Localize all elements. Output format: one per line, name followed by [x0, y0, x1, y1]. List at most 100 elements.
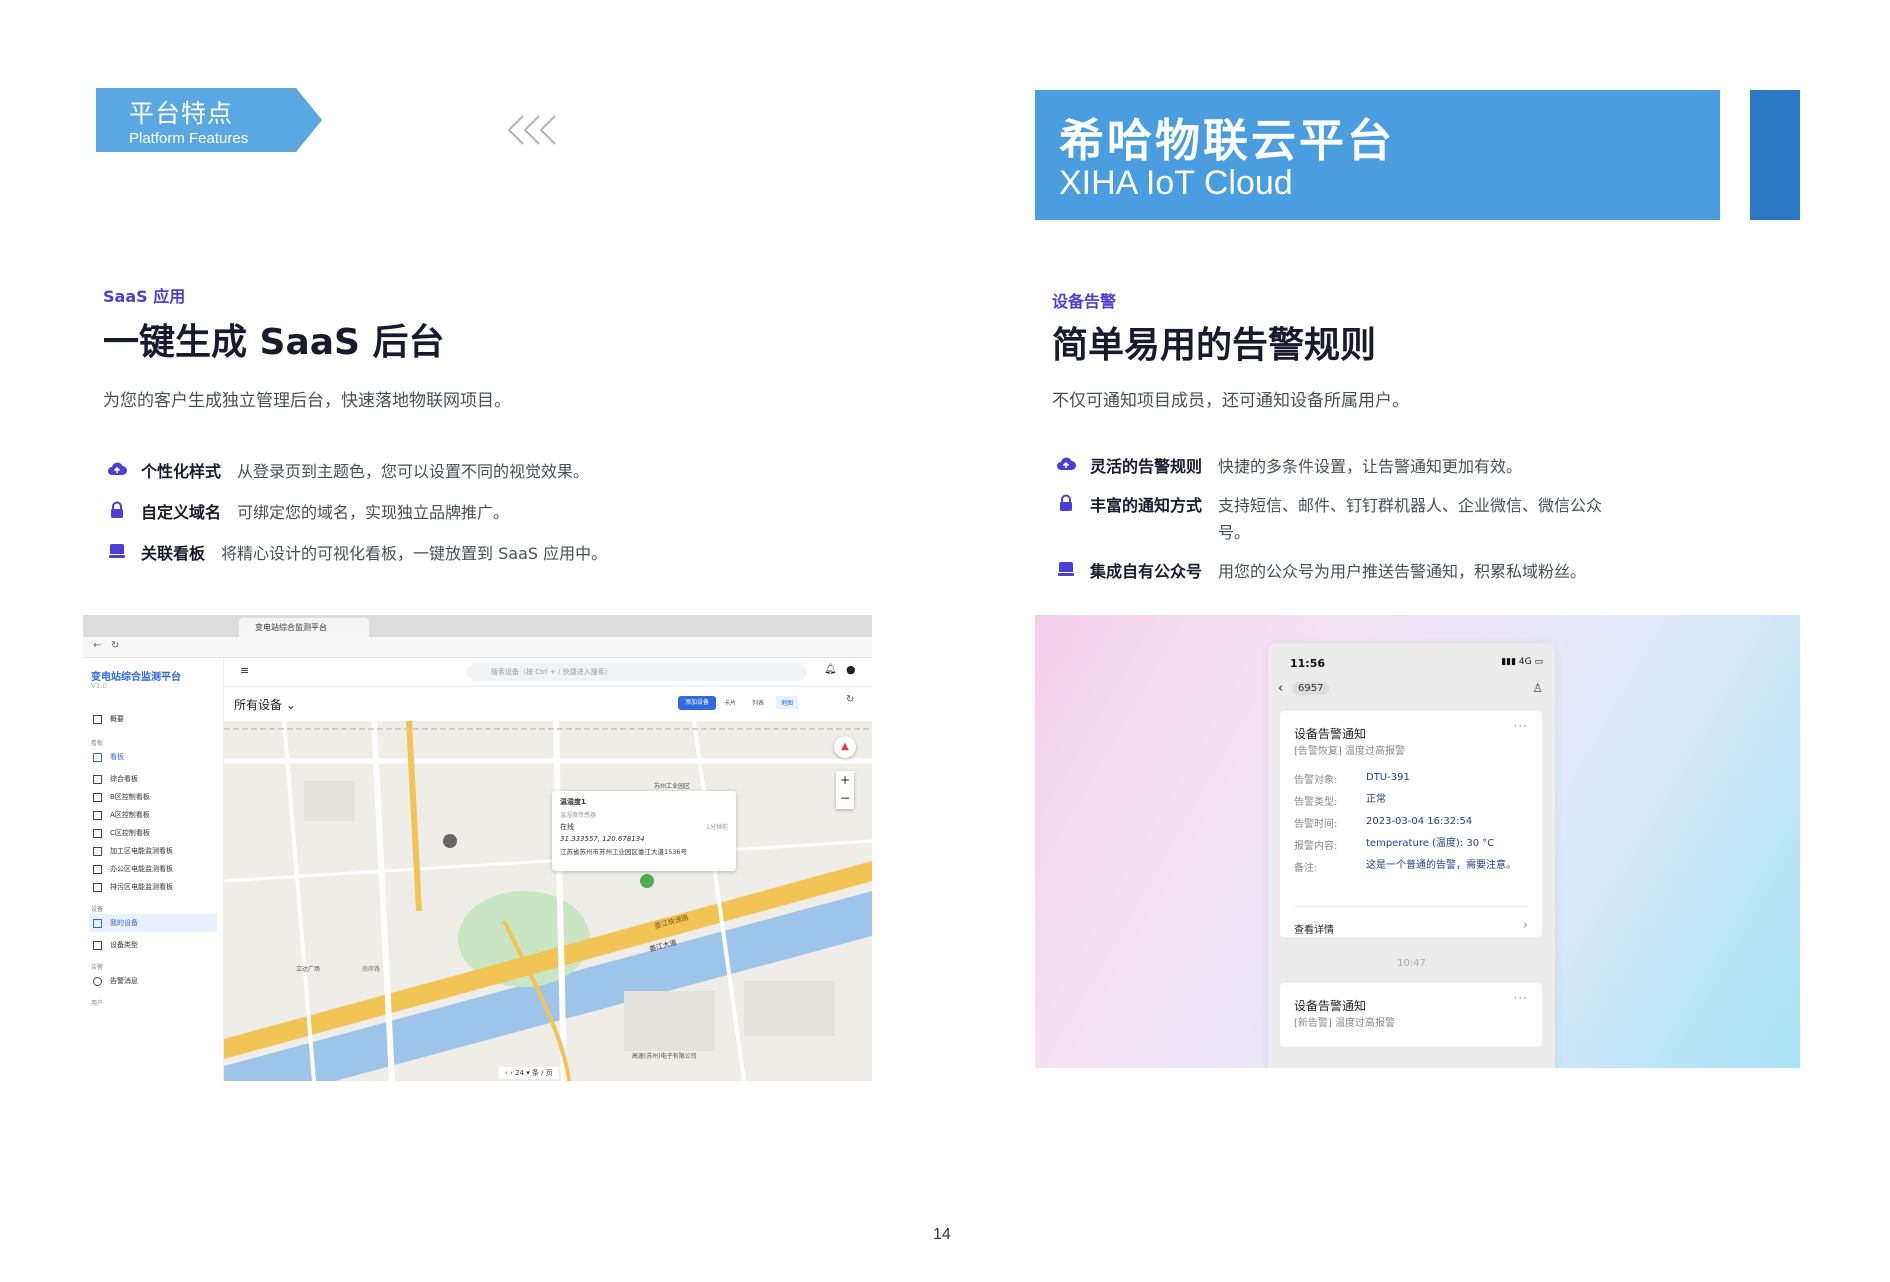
- feature-name: 个性化样式: [141, 462, 222, 481]
- tag-subtitle: Platform Features: [129, 130, 249, 147]
- feature-text: 快捷的多条件设置，让告警通知更加有效。: [1218, 457, 1523, 476]
- device-search-input[interactable]: 搜索设备（按 Ctrl + / 快捷进入搜索）: [467, 663, 807, 681]
- chevrons-left-icon: [507, 115, 556, 145]
- feature-text: 可绑定您的域名，实现独立品牌推广。: [237, 503, 510, 522]
- saas-description: 为您的客户生成独立管理后台，快速落地物联网项目。: [103, 391, 511, 411]
- saas-feature-3: 关联看板 将精心设计的可视化看板，一键放置到 SaaS 应用中。: [107, 540, 607, 567]
- alarm-card-title: 设备告警通知: [1294, 999, 1367, 1013]
- sidebar-item-overview[interactable]: 概要: [93, 714, 124, 724]
- device-marker: [443, 834, 457, 848]
- sidebar-item-dashboard-a[interactable]: A区控制看板: [93, 810, 150, 820]
- map-label: 高速(苏州)电子有限公司: [632, 1053, 697, 1060]
- compass-icon[interactable]: ▲: [834, 736, 856, 758]
- brand-banner: 希哈物联云平台 XIHA IoT Cloud: [1035, 90, 1720, 220]
- device-map[interactable]: 娄江快速路 娄江大道 苏州工业园区 南岸路 立达广场 高速(苏州)电子有限公司 …: [224, 721, 872, 1081]
- phone-time: 11:56: [1290, 657, 1326, 670]
- device-marker-selected: [640, 874, 654, 888]
- sidebar-group-alarm: 告警: [91, 964, 104, 971]
- sidebar-item-dashboard-processing[interactable]: 加工区电能监测看板: [93, 846, 173, 856]
- back-icon[interactable]: ←: [93, 640, 101, 651]
- user-icon[interactable]: ●: [846, 663, 856, 676]
- map-canvas: [224, 721, 872, 1081]
- refresh-icon[interactable]: ↻: [111, 640, 119, 651]
- sidebar-item-dashboard-office[interactable]: 办公区电能监测看板: [93, 864, 173, 874]
- cloud-upload-icon: [108, 462, 127, 475]
- user-icon[interactable]: ♙: [1532, 681, 1543, 695]
- sidebar-group-dashboard: 看板: [91, 740, 104, 747]
- alarm-eyebrow: 设备告警: [1052, 292, 1117, 311]
- sidebar-item-dashboard-sewage[interactable]: 排污区电能监测看板: [93, 882, 173, 892]
- feature-text: 将精心设计的可视化看板，一键放置到 SaaS 应用中。: [221, 544, 608, 563]
- sidebar-item-alarm-messages[interactable]: 告警消息: [93, 976, 138, 986]
- app-version: V1.0: [91, 682, 107, 690]
- sidebar-item-my-devices[interactable]: 我的设备: [89, 914, 217, 932]
- refresh-icon[interactable]: ↻: [846, 694, 854, 705]
- map-label: 立达广场: [296, 966, 321, 973]
- feature-name: 丰富的通知方式: [1090, 496, 1203, 515]
- sidebar-item-dashboard[interactable]: 看板: [93, 752, 124, 762]
- map-label: 南岸路: [362, 966, 381, 973]
- alarm-row: 告警时间: 2023-03-04 16:32:54: [1294, 816, 1473, 830]
- app-sidebar: 变电站综合监测平台 V1.0 概要 看板 看板 综合看板 B区控制看板 A区控制…: [83, 658, 224, 1081]
- phone-signal: ▮▮▮ 4G ▭: [1501, 657, 1543, 667]
- message-time: 10:47: [1397, 958, 1426, 969]
- more-icon[interactable]: ···: [1514, 991, 1528, 1005]
- view-map-tab[interactable]: 地图: [776, 696, 799, 709]
- sidebar-item-dashboard-b[interactable]: B区控制看板: [93, 792, 150, 802]
- alarm-card-subtitle: [告警恢复] 温度过高报警: [1294, 746, 1405, 757]
- bell-icon[interactable]: 🔔︎: [824, 664, 837, 675]
- feature-name: 灵活的告警规则: [1090, 457, 1203, 476]
- dashboard-icon: [1058, 562, 1074, 576]
- browser-tab[interactable]: 变电站综合监测平台: [239, 618, 369, 637]
- device-popup[interactable]: 温湿度1 温湿度传感器 在线 1分钟前 31.333557, 120.678134…: [552, 791, 736, 871]
- popup-address: 江苏省苏州市苏州工业园区娄江大道1536号: [560, 848, 688, 856]
- platform-screenshot: 变电站综合监测平台 ← ↻ 变电站综合监测平台 V1.0 概要 看板 看板 综合…: [83, 615, 872, 1081]
- tag-title: 平台特点: [129, 99, 234, 128]
- feature-text: 从登录页到主题色，您可以设置不同的视觉效果。: [237, 462, 590, 481]
- alarm-feature-3: 集成自有公众号 用您的公众号为用户推送告警通知，积累私域粉丝。: [1056, 558, 1616, 585]
- filter-dropdown[interactable]: 所有设备 ⌄: [234, 696, 296, 713]
- brand-name-cn: 希哈物联云平台: [1059, 114, 1396, 167]
- dashboard-icon: [109, 544, 125, 558]
- saas-feature-2: 自定义域名 可绑定您的域名，实现独立品牌推广。: [107, 499, 509, 526]
- feature-text: 支持短信、邮件、钉钉群机器人、企业微信、微信公众号。: [1218, 496, 1603, 542]
- alarm-card[interactable]: 设备告警通知 [告警恢复] 温度过高报警 ··· 告警对象: DTU-391 告警…: [1280, 711, 1542, 937]
- view-list-tab[interactable]: 列表: [752, 698, 764, 707]
- cloud-upload-icon: [1057, 457, 1076, 470]
- alarm-feature-2: 丰富的通知方式 支持短信、邮件、钉钉群机器人、企业微信、微信公众号。: [1056, 492, 1616, 546]
- phone-mockup: 11:56 ▮▮▮ 4G ▭ ‹ 6957 ♙ 设备告警通知 [告警恢复] 温度…: [1268, 643, 1555, 1068]
- alarm-description: 不仅可通知项目成员，还可通知设备所属用户。: [1052, 391, 1409, 411]
- alarm-row: 报警内容: temperature (温度): 30 °C: [1294, 838, 1495, 852]
- contact-badge: 6957: [1292, 682, 1330, 695]
- alarm-row: 告警类型: 正常: [1294, 794, 1386, 808]
- saas-eyebrow: SaaS 应用: [103, 287, 186, 306]
- saas-heading: 一键生成 SaaS 后台: [103, 322, 445, 363]
- alarm-card-title: 设备告警通知: [1294, 727, 1367, 741]
- feature-text: 用您的公众号为用户推送告警通知，积累私域粉丝。: [1218, 562, 1587, 581]
- add-device-button[interactable]: 添加设备: [678, 696, 716, 710]
- browser-address-bar[interactable]: ← ↻: [83, 637, 872, 658]
- view-card-tab[interactable]: 卡片: [724, 698, 736, 707]
- alarm-row: 备注: 这是一个普通的告警，需要注意。: [1294, 860, 1516, 874]
- map-label: 苏州工业园区: [654, 783, 691, 790]
- popup-device-name: 温湿度1: [560, 798, 586, 806]
- feature-name: 自定义域名: [141, 503, 222, 522]
- menu-icon[interactable]: ≡: [240, 664, 249, 677]
- more-icon[interactable]: ···: [1514, 719, 1528, 733]
- section-tag: 平台特点 Platform Features: [96, 88, 322, 152]
- back-icon[interactable]: ‹: [1278, 681, 1283, 696]
- alarm-card[interactable]: 设备告警通知 [新告警] 温度过高报警 ···: [1280, 983, 1542, 1047]
- popup-coordinates: 31.333557, 120.678134: [560, 835, 645, 843]
- pagination[interactable]: ‹ › 24 ▾ 条 / 页: [499, 1067, 559, 1079]
- lock-icon: [1060, 494, 1072, 511]
- lock-icon: [111, 501, 123, 518]
- feature-name: 集成自有公众号: [1090, 562, 1203, 581]
- view-details-link[interactable]: 查看详情: [1294, 921, 1334, 936]
- zoom-control[interactable]: + −: [836, 771, 854, 809]
- feature-name: 关联看板: [141, 544, 206, 563]
- sidebar-item-device-types[interactable]: 设备类型: [93, 940, 138, 950]
- alarm-card-subtitle: [新告警] 温度过高报警: [1294, 1018, 1395, 1029]
- sidebar-item-dashboard-all[interactable]: 综合看板: [93, 774, 138, 784]
- sidebar-item-dashboard-c[interactable]: C区控制看板: [93, 828, 150, 838]
- chevron-right-icon: ›: [1522, 918, 1528, 933]
